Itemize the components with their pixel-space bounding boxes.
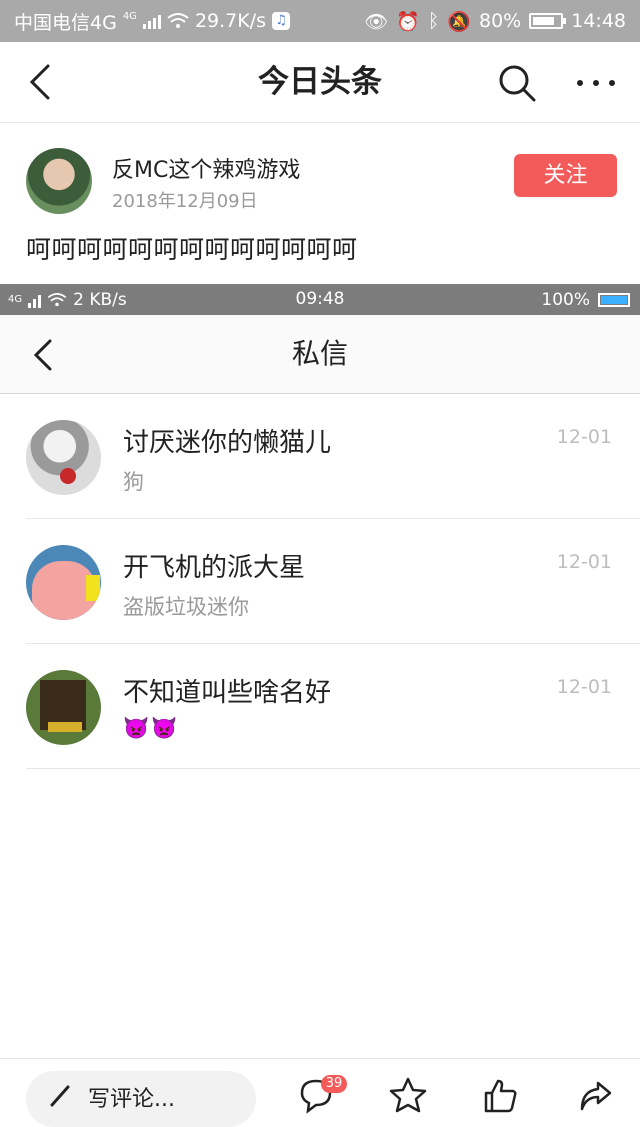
- outer-status-bar: 中国电信4G 4G 29.7K/s ♫ 👁 ⏰ ᛒ 🔕 80% 14:48: [0, 0, 640, 42]
- author-name[interactable]: 反MC这个辣鸡游戏: [112, 152, 300, 184]
- search-icon[interactable]: [496, 62, 538, 104]
- avatar: [26, 545, 101, 620]
- star-icon[interactable]: [388, 1075, 428, 1115]
- post-text: 呵呵呵呵呵呵呵呵呵呵呵呵呵: [26, 235, 358, 264]
- like-icon[interactable]: [480, 1075, 520, 1115]
- list-item[interactable]: 讨厌迷你的懒猫儿 狗 12-01: [0, 394, 640, 519]
- app-title: 今日头条: [258, 64, 382, 100]
- conversation-preview: 盗版垃圾迷你: [123, 595, 249, 619]
- list-item[interactable]: 不知道叫些啥名好 👿👿 12-01: [0, 644, 640, 769]
- battery-icon: [529, 13, 567, 29]
- author-avatar[interactable]: [26, 148, 92, 214]
- conversation-name: 讨厌迷你的懒猫儿: [123, 428, 332, 458]
- divider: [26, 768, 640, 769]
- bottom-bar: 写评论... 39: [0, 1058, 640, 1127]
- network-badge: 4G: [122, 10, 137, 22]
- conversation-name: 不知道叫些啥名好: [123, 678, 332, 708]
- pen-icon: [50, 1085, 70, 1107]
- inner-battery-percent: 100%: [541, 289, 590, 310]
- comment-count-badge: 39: [321, 1075, 347, 1093]
- conversation-time: 12-01: [556, 551, 612, 573]
- avatar: [26, 670, 101, 745]
- list-item[interactable]: 开飞机的派大星 盗版垃圾迷你 12-01: [0, 519, 640, 644]
- author-section: 反MC这个辣鸡游戏 2018年12月09日 关注 呵呵呵呵呵呵呵呵呵呵呵呵呵: [0, 122, 640, 284]
- alarm-icon: ⏰: [396, 10, 420, 33]
- wifi-icon: [167, 13, 189, 28]
- comment-placeholder: 写评论...: [88, 1087, 175, 1112]
- network-speed: 29.7K/s: [194, 10, 267, 32]
- inner-battery-icon: [598, 292, 630, 307]
- conversation-preview: 👿👿: [123, 716, 180, 740]
- comment-input[interactable]: 写评论...: [26, 1071, 256, 1127]
- clock: 14:48: [571, 10, 626, 32]
- follow-button[interactable]: 关注: [514, 154, 617, 197]
- carrier-label: 中国电信4G: [14, 11, 117, 34]
- conversation-time: 12-01: [556, 676, 612, 698]
- conversation-time: 12-01: [556, 426, 612, 448]
- conversation-preview: 狗: [123, 470, 144, 494]
- messages-title: 私信: [291, 337, 348, 370]
- article-header: 今日头条: [0, 42, 640, 123]
- battery-percent: 80%: [479, 10, 522, 32]
- messages-header: 私信: [0, 315, 640, 394]
- eye-icon: 👁: [364, 10, 389, 33]
- bluetooth-icon: ᛒ: [427, 10, 440, 32]
- post-date: 2018年12月09日: [112, 191, 258, 212]
- conversation-name: 开飞机的派大星: [123, 553, 306, 583]
- avatar: [26, 420, 101, 495]
- music-app-icon: ♫: [272, 12, 291, 30]
- more-icon[interactable]: [572, 62, 620, 104]
- signal-icon: [142, 13, 161, 29]
- inner-status-bar: 4G 2 KB/s 09:48 100%: [0, 284, 640, 315]
- mute-icon: 🔕: [447, 10, 471, 33]
- share-icon[interactable]: [576, 1075, 616, 1115]
